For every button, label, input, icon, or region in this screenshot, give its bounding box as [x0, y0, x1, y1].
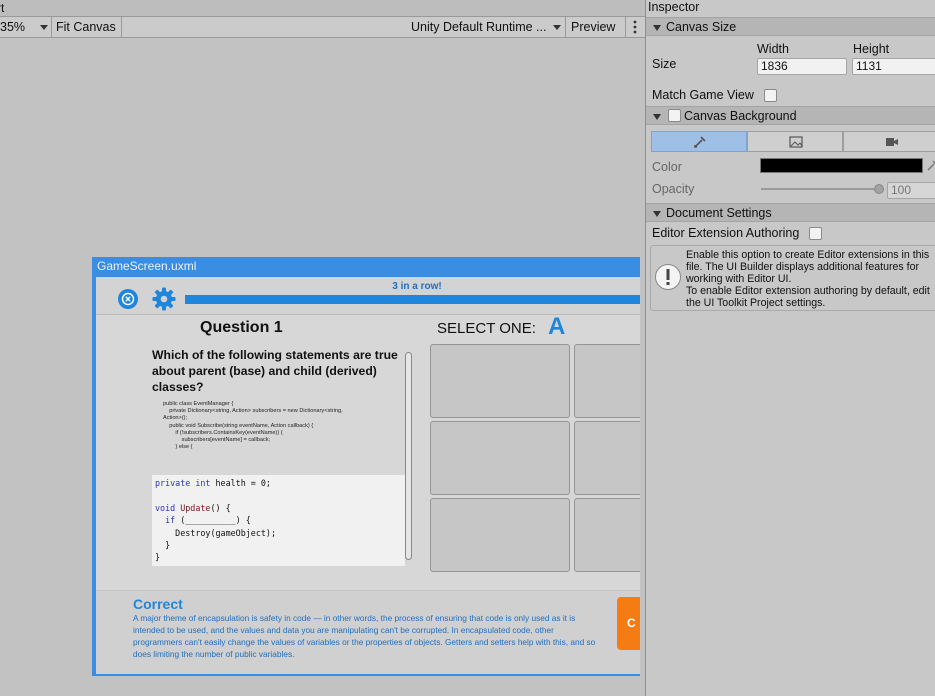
- question-scrollbar[interactable]: [405, 352, 412, 560]
- viewport-toolbar: 35% Fit Canvas Unity Default Runtime ...…: [0, 17, 645, 38]
- background-mode-color[interactable]: [651, 131, 747, 152]
- streak-label: 3 in a row!: [392, 281, 442, 292]
- canvas-width-field[interactable]: 1836: [757, 58, 847, 75]
- feedback-panel: Correct A major theme of encapsulation i…: [96, 590, 640, 674]
- info-icon: [655, 264, 681, 290]
- width-label: Width: [757, 42, 789, 56]
- close-button[interactable]: [118, 289, 138, 309]
- eyedropper-icon[interactable]: [926, 160, 935, 172]
- answer-option-3[interactable]: [430, 421, 570, 495]
- zoom-dropdown[interactable]: 35%: [0, 17, 52, 37]
- code-line: private int health = 0;: [155, 478, 271, 488]
- document-settings-foldout[interactable]: Document Settings: [646, 203, 935, 222]
- close-icon: [121, 292, 135, 306]
- inspector-panel: Inspector Canvas Size Width Height Size …: [645, 0, 935, 696]
- camera-icon: [886, 138, 898, 146]
- feedback-text: A major theme of encapsulation is safety…: [133, 613, 596, 659]
- canvas-size-foldout[interactable]: Canvas Size: [646, 17, 935, 36]
- code-line: private Dictionary<string, Action> subsc…: [163, 408, 343, 415]
- viewport-tab-title[interactable]: rt: [0, 1, 4, 15]
- match-game-view-checkbox[interactable]: [764, 89, 777, 102]
- opacity-slider-handle[interactable]: [874, 184, 884, 194]
- fit-canvas-label: Fit Canvas: [56, 20, 116, 34]
- code-line: subscribers[eventName] = callback;: [163, 437, 271, 444]
- question-text: Which of the following statements are tr…: [152, 348, 398, 394]
- editor-extension-label: Editor Extension Authoring: [652, 226, 800, 240]
- eyedropper-icon: [694, 136, 706, 148]
- question-title: Question 1: [200, 319, 283, 336]
- opacity-label: Opacity: [652, 182, 695, 196]
- viewport-tab-bar: rt: [0, 0, 645, 17]
- code-line: }: [155, 540, 171, 551]
- kebab-menu-icon: [633, 20, 637, 34]
- select-one-label: SELECT ONE:: [437, 320, 536, 337]
- viewport-panel: rt 35% Fit Canvas Unity Default Runtime …: [0, 0, 645, 696]
- editor-extension-checkbox[interactable]: [809, 227, 822, 240]
- answer-option-1[interactable]: [430, 344, 570, 418]
- foldout-arrow-icon: [653, 114, 661, 120]
- code-line: public void Subscribe(string eventName, …: [163, 422, 314, 429]
- canvas-height-field[interactable]: 1131: [852, 58, 935, 75]
- fit-canvas-button[interactable]: Fit Canvas: [52, 17, 122, 37]
- game-screen-canvas: 3 in a row! Question 1 SELECT ONE: A Whi…: [96, 277, 640, 674]
- foldout-arrow-icon: [653, 211, 661, 217]
- code-line: void Update() {: [155, 502, 231, 513]
- image-icon: [789, 136, 803, 148]
- answer-letter: A: [548, 313, 566, 340]
- background-mode-image[interactable]: [747, 131, 843, 152]
- document-settings-header: Document Settings: [666, 206, 772, 220]
- document-title: GameScreen.uxml: [97, 259, 197, 273]
- canvas-background-header: Canvas Background: [684, 109, 797, 123]
- code-line: if (!subscribers.ContainsKey(eventName))…: [163, 429, 283, 436]
- help-box: Enable this option to create Editor exte…: [650, 245, 935, 311]
- answer-option-2[interactable]: [574, 344, 640, 418]
- code-line: }: [155, 552, 161, 563]
- background-mode-camera[interactable]: [843, 131, 935, 152]
- chevron-down-icon: [40, 25, 48, 30]
- code-line: Destroy(gameObject);: [155, 527, 277, 538]
- answer-option-4[interactable]: [574, 421, 640, 495]
- code-line: if (__________) {: [155, 515, 251, 526]
- color-label: Color: [652, 160, 682, 174]
- code-line: public class EventManager {: [163, 401, 234, 407]
- code-snippet-small: public class EventManager { private Dict…: [163, 401, 408, 473]
- more-options-button[interactable]: [626, 17, 645, 37]
- preview-button[interactable]: Preview: [567, 17, 626, 37]
- zoom-value: 35%: [0, 20, 26, 34]
- preview-label: Preview: [571, 20, 616, 34]
- height-label: Height: [853, 42, 890, 56]
- size-label: Size: [652, 57, 677, 71]
- answer-option-5[interactable]: [430, 498, 570, 572]
- feedback-title: Correct: [133, 596, 183, 612]
- gear-icon[interactable]: [152, 287, 176, 311]
- answer-option-6[interactable]: [574, 498, 640, 572]
- continue-button[interactable]: C: [617, 597, 640, 650]
- game-screen-document[interactable]: GameScreen.uxml 3 in a row! Question 1 S…: [92, 257, 640, 676]
- code-line: } else {: [163, 444, 193, 451]
- code-snippet: private int health = 0; void Update() { …: [152, 475, 405, 566]
- inspector-title: Inspector: [648, 0, 700, 14]
- chevron-down-icon: [553, 25, 561, 30]
- game-top-bar: 3 in a row!: [96, 277, 640, 315]
- help-text: Enable this option to create Editor exte…: [686, 249, 930, 309]
- canvas-size-header: Canvas Size: [666, 20, 737, 34]
- foldout-arrow-icon: [653, 25, 661, 31]
- canvas-background-foldout[interactable]: Canvas Background: [646, 106, 935, 125]
- color-swatch[interactable]: [760, 158, 923, 173]
- match-game-view-label: Match Game View: [652, 88, 754, 102]
- theme-dropdown[interactable]: Unity Default Runtime ...: [407, 17, 566, 37]
- opacity-field[interactable]: 100: [887, 182, 935, 199]
- progress-bar: [185, 295, 640, 304]
- code-line: Action>();: [163, 415, 188, 422]
- theme-value: Unity Default Runtime ...: [411, 20, 547, 34]
- opacity-slider-track[interactable]: [761, 188, 879, 190]
- canvas-background-checkbox[interactable]: [668, 109, 681, 122]
